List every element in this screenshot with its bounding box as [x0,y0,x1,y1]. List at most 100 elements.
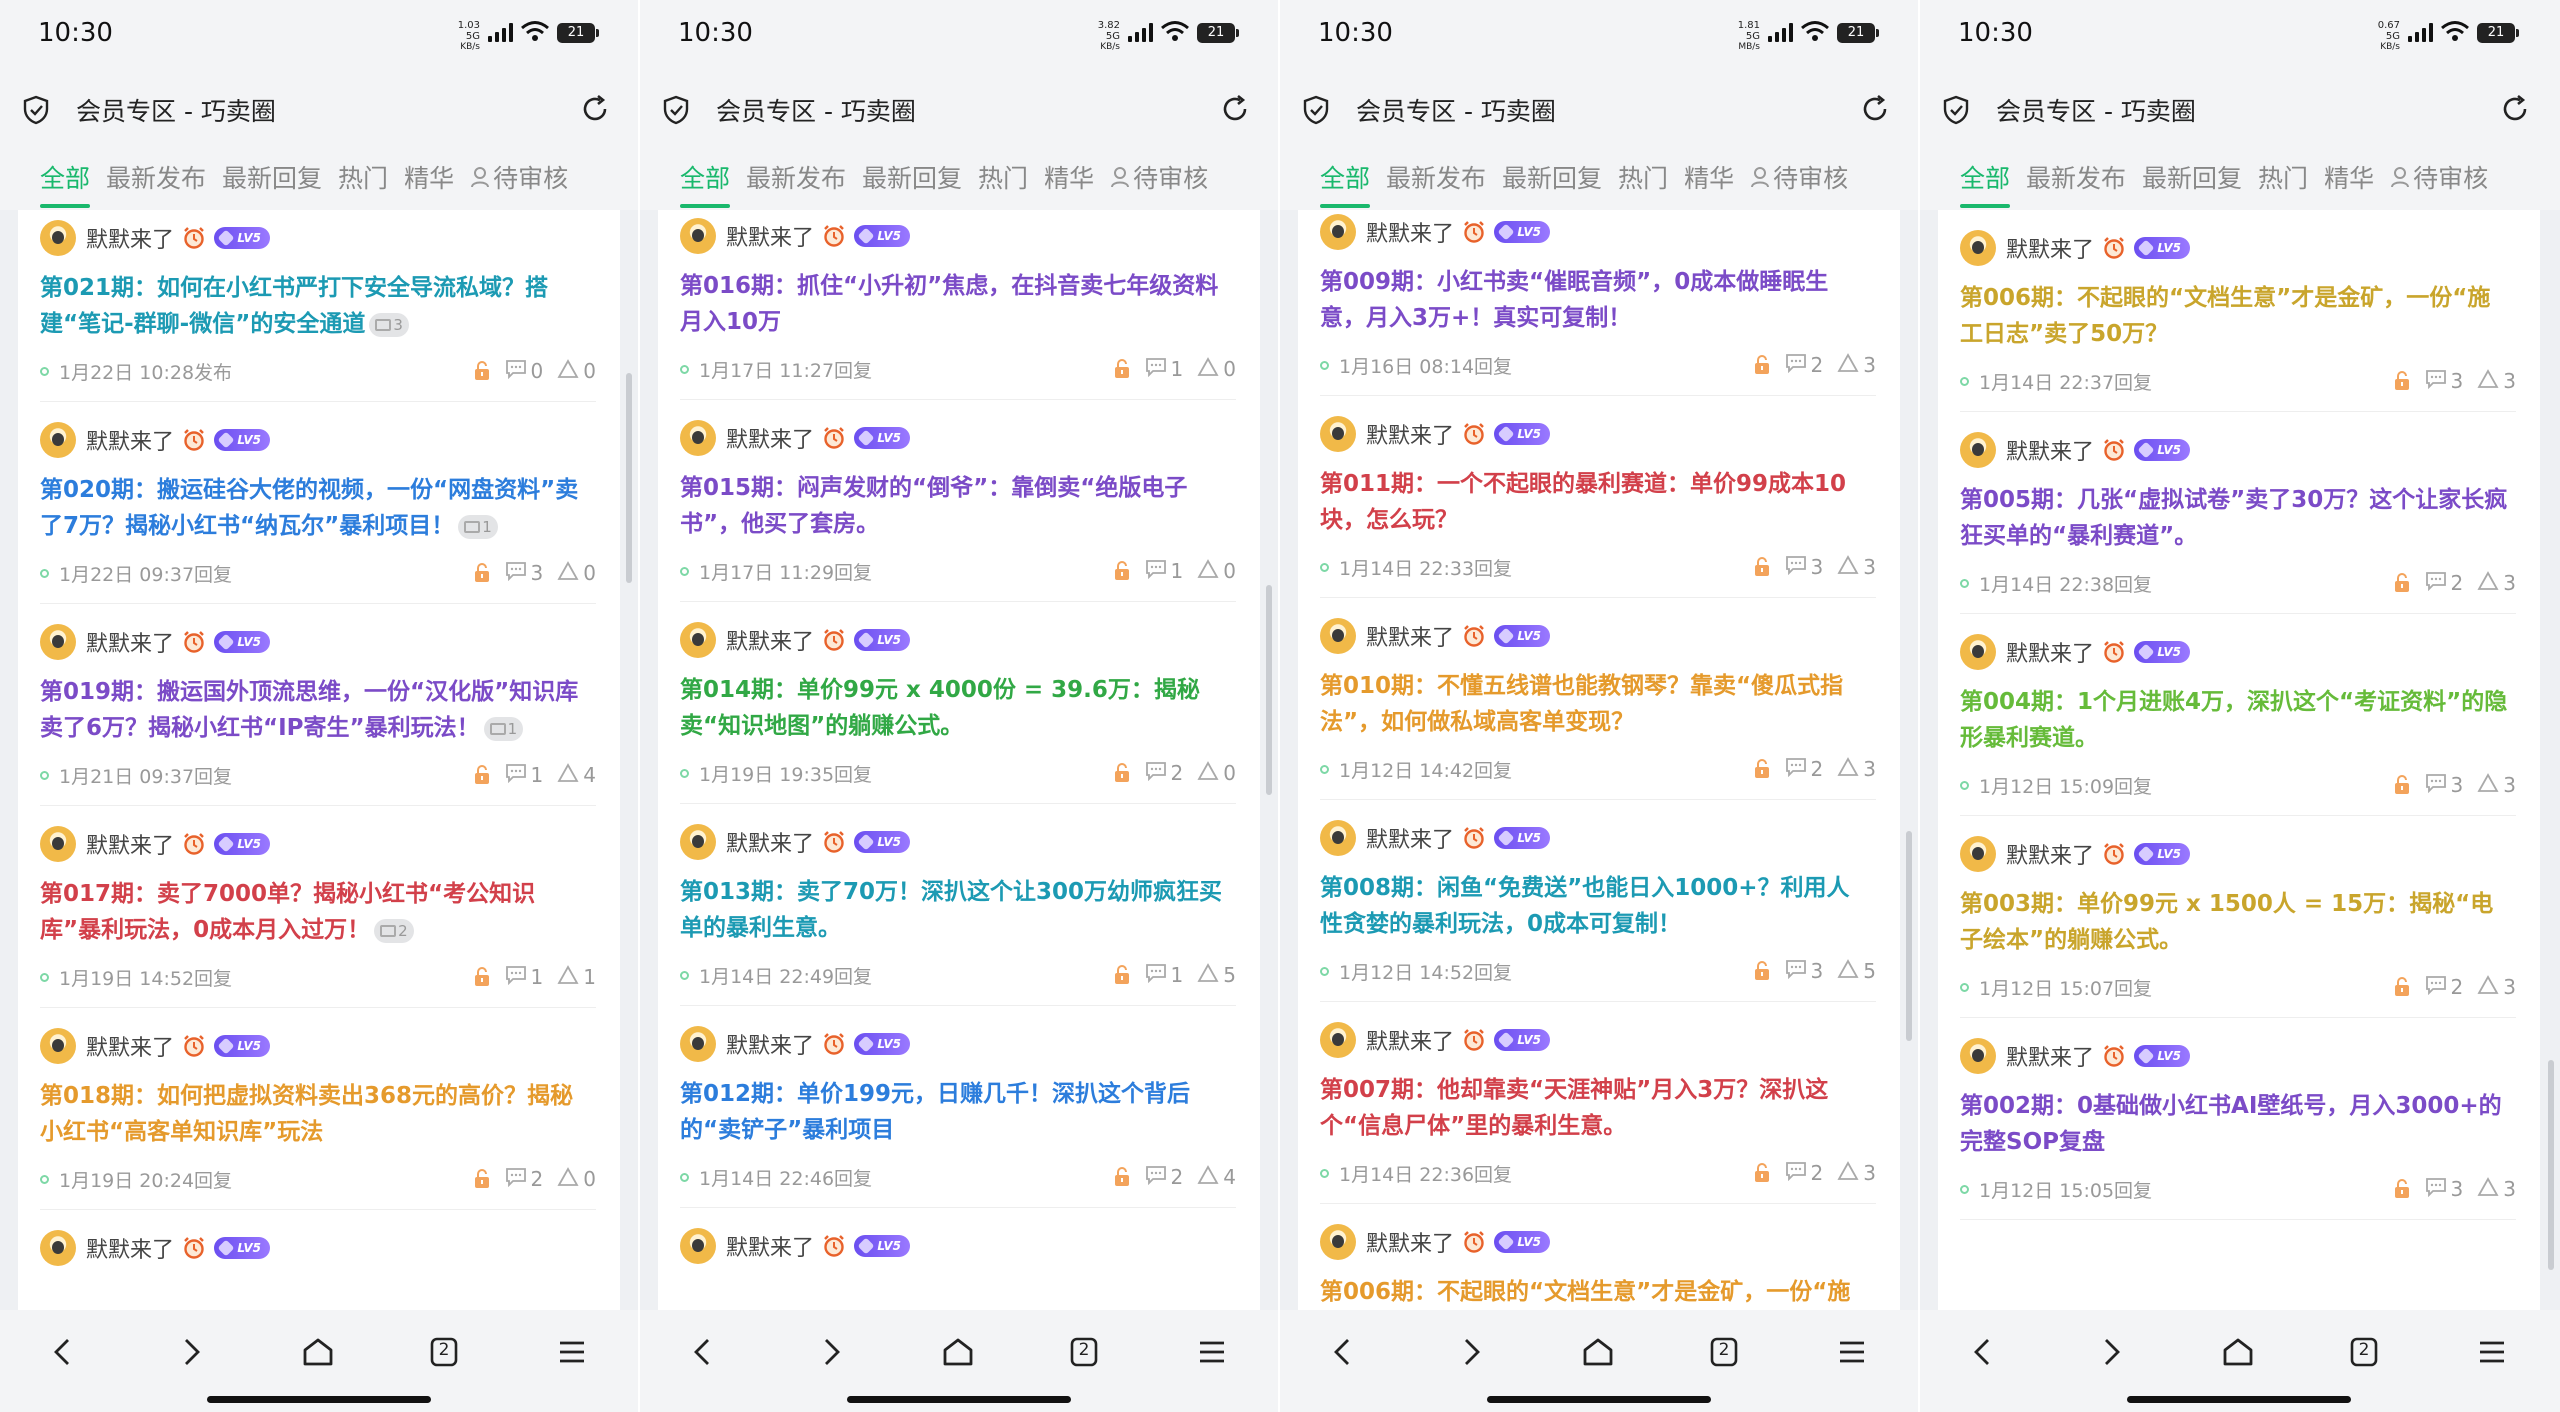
comment-count[interactable]: 3 [505,561,543,586]
post-item[interactable]: 默默来了 LV5 第006期：不起眼的“文档生意”才是金矿，一份“施工日志”卖了50… [1960,210,2516,412]
home-icon[interactable] [938,1332,978,1372]
post-item[interactable]: 默默来了 LV5 第003期：单价99元 x 1500人 = 15万：揭秘“电子绘本… [1960,816,2516,1018]
like-count[interactable]: 3 [1837,756,1876,782]
author-name[interactable]: 默默来了 [2006,838,2094,870]
comment-count[interactable]: 1 [505,965,543,990]
author-name[interactable]: 默默来了 [1366,418,1454,450]
home-indicator[interactable] [1487,1396,1711,1403]
tab-latest-posts[interactable]: 最新发布 [1386,148,1486,210]
author-name[interactable]: 默默来了 [2006,1040,2094,1072]
comment-count[interactable]: 2 [1785,1161,1823,1186]
shield-check-icon[interactable] [1300,94,1332,126]
avatar[interactable] [1320,214,1356,250]
post-item[interactable]: 默默来了 LV5 第013期：卖了70万！深扒这个让300万幼师疯狂买单的暴利生意。… [680,804,1236,1006]
comment-count[interactable]: 3 [2425,369,2463,394]
home-indicator[interactable] [847,1396,1071,1403]
avatar[interactable] [40,826,76,862]
like-count[interactable]: 0 [557,560,596,586]
post-item[interactable]: 默默来了 LV5 第014期：单价99元 x 4000份 = 39.6万：揭秘卖“知… [680,602,1236,804]
tabs-switcher-button[interactable]: 2 [424,1332,464,1372]
post-item[interactable]: 默默来了 LV5 第020期：搬运硅谷大佬的视频，一份“网盘资料”卖了7万？揭秘小红… [40,402,596,604]
post-title[interactable]: 第002期：0基础做小红书AI壁纸号，月入3000+的完整SOP复盘 [1960,1088,2508,1160]
avatar[interactable] [1960,634,1996,670]
avatar[interactable] [40,220,76,256]
menu-icon[interactable] [1832,1332,1872,1372]
like-count[interactable]: 4 [1197,1164,1236,1190]
post-title[interactable]: 第006期：不起眼的“文档生意”才是金矿，一份“施 [1320,1274,1868,1310]
comment-count[interactable]: 1 [1145,559,1183,584]
tab-all[interactable]: 全部 [680,148,731,210]
post-title[interactable]: 第013期：卖了70万！深扒这个让300万幼师疯狂买单的暴利生意。 [680,874,1228,946]
post-item[interactable]: 默默来了 LV5 第009期：小红书卖“催眠音频”，0成本做睡眠生意，月入3万+！真… [1320,210,1876,396]
post-title[interactable]: 第004期：1个月进账4万，深扒这个“考证资料”的隐形暴利赛道。 [1960,684,2508,756]
post-list[interactable]: 默默来了 LV5 第016期：抓住“小升初”焦虑，在抖音卖七年级资料月入10万 1月1… [658,210,1260,1310]
avatar[interactable] [1960,432,1996,468]
tab-latest-posts[interactable]: 最新发布 [746,148,846,210]
author-name[interactable]: 默默来了 [86,626,174,658]
author-name[interactable]: 默默来了 [726,220,814,252]
avatar[interactable] [680,218,716,254]
like-count[interactable]: 3 [2477,570,2516,596]
home-indicator[interactable] [207,1396,431,1403]
post-title[interactable]: 第020期：搬运硅谷大佬的视频，一份“网盘资料”卖了7万？揭秘小红书“纳瓦尔”暴… [40,472,588,544]
post-title[interactable]: 第014期：单价99元 x 4000份 = 39.6万：揭秘卖“知识地图”的躺赚… [680,672,1228,744]
scrollbar-thumb[interactable] [626,373,632,583]
avatar[interactable] [1320,1224,1356,1260]
tabs-switcher-button[interactable]: 2 [2344,1332,2384,1372]
menu-icon[interactable] [1192,1332,1232,1372]
tab-featured[interactable]: 精华 [1044,148,1094,210]
post-item[interactable]: 默默来了 LV5 第007期：他却靠卖“天涯神贴”月入3万？深扒这个“信息尸体”里的… [1320,1002,1876,1204]
post-title[interactable]: 第006期：不起眼的“文档生意”才是金矿，一份“施工日志”卖了50万？ [1960,280,2508,352]
tab-all[interactable]: 全部 [1960,148,2011,210]
tabs-switcher-button[interactable]: 2 [1704,1332,1744,1372]
refresh-icon[interactable] [578,92,612,126]
author-name[interactable]: 默默来了 [86,222,174,254]
author-name[interactable]: 默默来了 [1366,620,1454,652]
author-name[interactable]: 默默来了 [1366,822,1454,854]
post-title[interactable]: 第016期：抓住“小升初”焦虑，在抖音卖七年级资料月入10万 [680,268,1228,340]
post-item[interactable]: 默默来了 LV5 第016期：抓住“小升初”焦虑，在抖音卖七年级资料月入10万 1月1… [680,210,1236,400]
post-item[interactable]: 默默来了 LV5 第017期：卖了7000单？揭秘小红书“考公知识库”暴利玩法，0成… [40,806,596,1008]
refresh-icon[interactable] [2498,92,2532,126]
shield-check-icon[interactable] [20,94,52,126]
post-title[interactable]: 第021期：如何在小红书严打下安全导流私域？搭建“笔记-群聊-微信”的安全通道 3 [40,270,588,342]
avatar[interactable] [680,622,716,658]
avatar[interactable] [1320,1022,1356,1058]
avatar[interactable] [1320,416,1356,452]
post-item[interactable]: 默默来了 LV5 [40,1210,596,1310]
comment-count[interactable]: 2 [1785,353,1823,378]
back-arrow-icon[interactable] [1964,1332,2004,1372]
like-count[interactable]: 4 [557,762,596,788]
like-count[interactable]: 3 [2477,1176,2516,1202]
avatar[interactable] [680,1228,716,1264]
comment-count[interactable]: 1 [505,763,543,788]
refresh-icon[interactable] [1218,92,1252,126]
tabs-switcher-button[interactable]: 2 [1064,1332,1104,1372]
home-indicator[interactable] [2127,1396,2351,1403]
tab-featured[interactable]: 精华 [404,148,454,210]
tab-featured[interactable]: 精华 [1684,148,1734,210]
comment-count[interactable]: 2 [505,1167,543,1192]
like-count[interactable]: 1 [557,964,596,990]
like-count[interactable]: 0 [1197,558,1236,584]
post-item[interactable]: 默默来了 LV5 第005期：几张“虚拟试卷”卖了30万？这个让家长疯狂买单的“暴利… [1960,412,2516,614]
home-icon[interactable] [298,1332,338,1372]
avatar[interactable] [1960,230,1996,266]
tab-latest-replies[interactable]: 最新回复 [222,148,322,210]
tab-latest-replies[interactable]: 最新回复 [1502,148,1602,210]
comment-count[interactable]: 0 [505,359,543,384]
avatar[interactable] [40,624,76,660]
avatar[interactable] [680,1026,716,1062]
post-title[interactable]: 第011期：一个不起眼的暴利赛道：单价99成本10块，怎么玩？ [1320,466,1868,538]
author-name[interactable]: 默默来了 [86,828,174,860]
forward-arrow-icon[interactable] [810,1332,850,1372]
author-name[interactable]: 默默来了 [86,424,174,456]
post-title[interactable]: 第003期：单价99元 x 1500人 = 15万：揭秘“电子绘本”的躺赚公式。 [1960,886,2508,958]
shield-check-icon[interactable] [660,94,692,126]
author-name[interactable]: 默默来了 [726,1028,814,1060]
like-count[interactable]: 3 [1837,554,1876,580]
comment-count[interactable]: 2 [1785,757,1823,782]
tab-pending-review[interactable]: 待审核 [1750,148,1848,210]
author-name[interactable]: 默默来了 [726,422,814,454]
author-name[interactable]: 默默来了 [2006,636,2094,668]
